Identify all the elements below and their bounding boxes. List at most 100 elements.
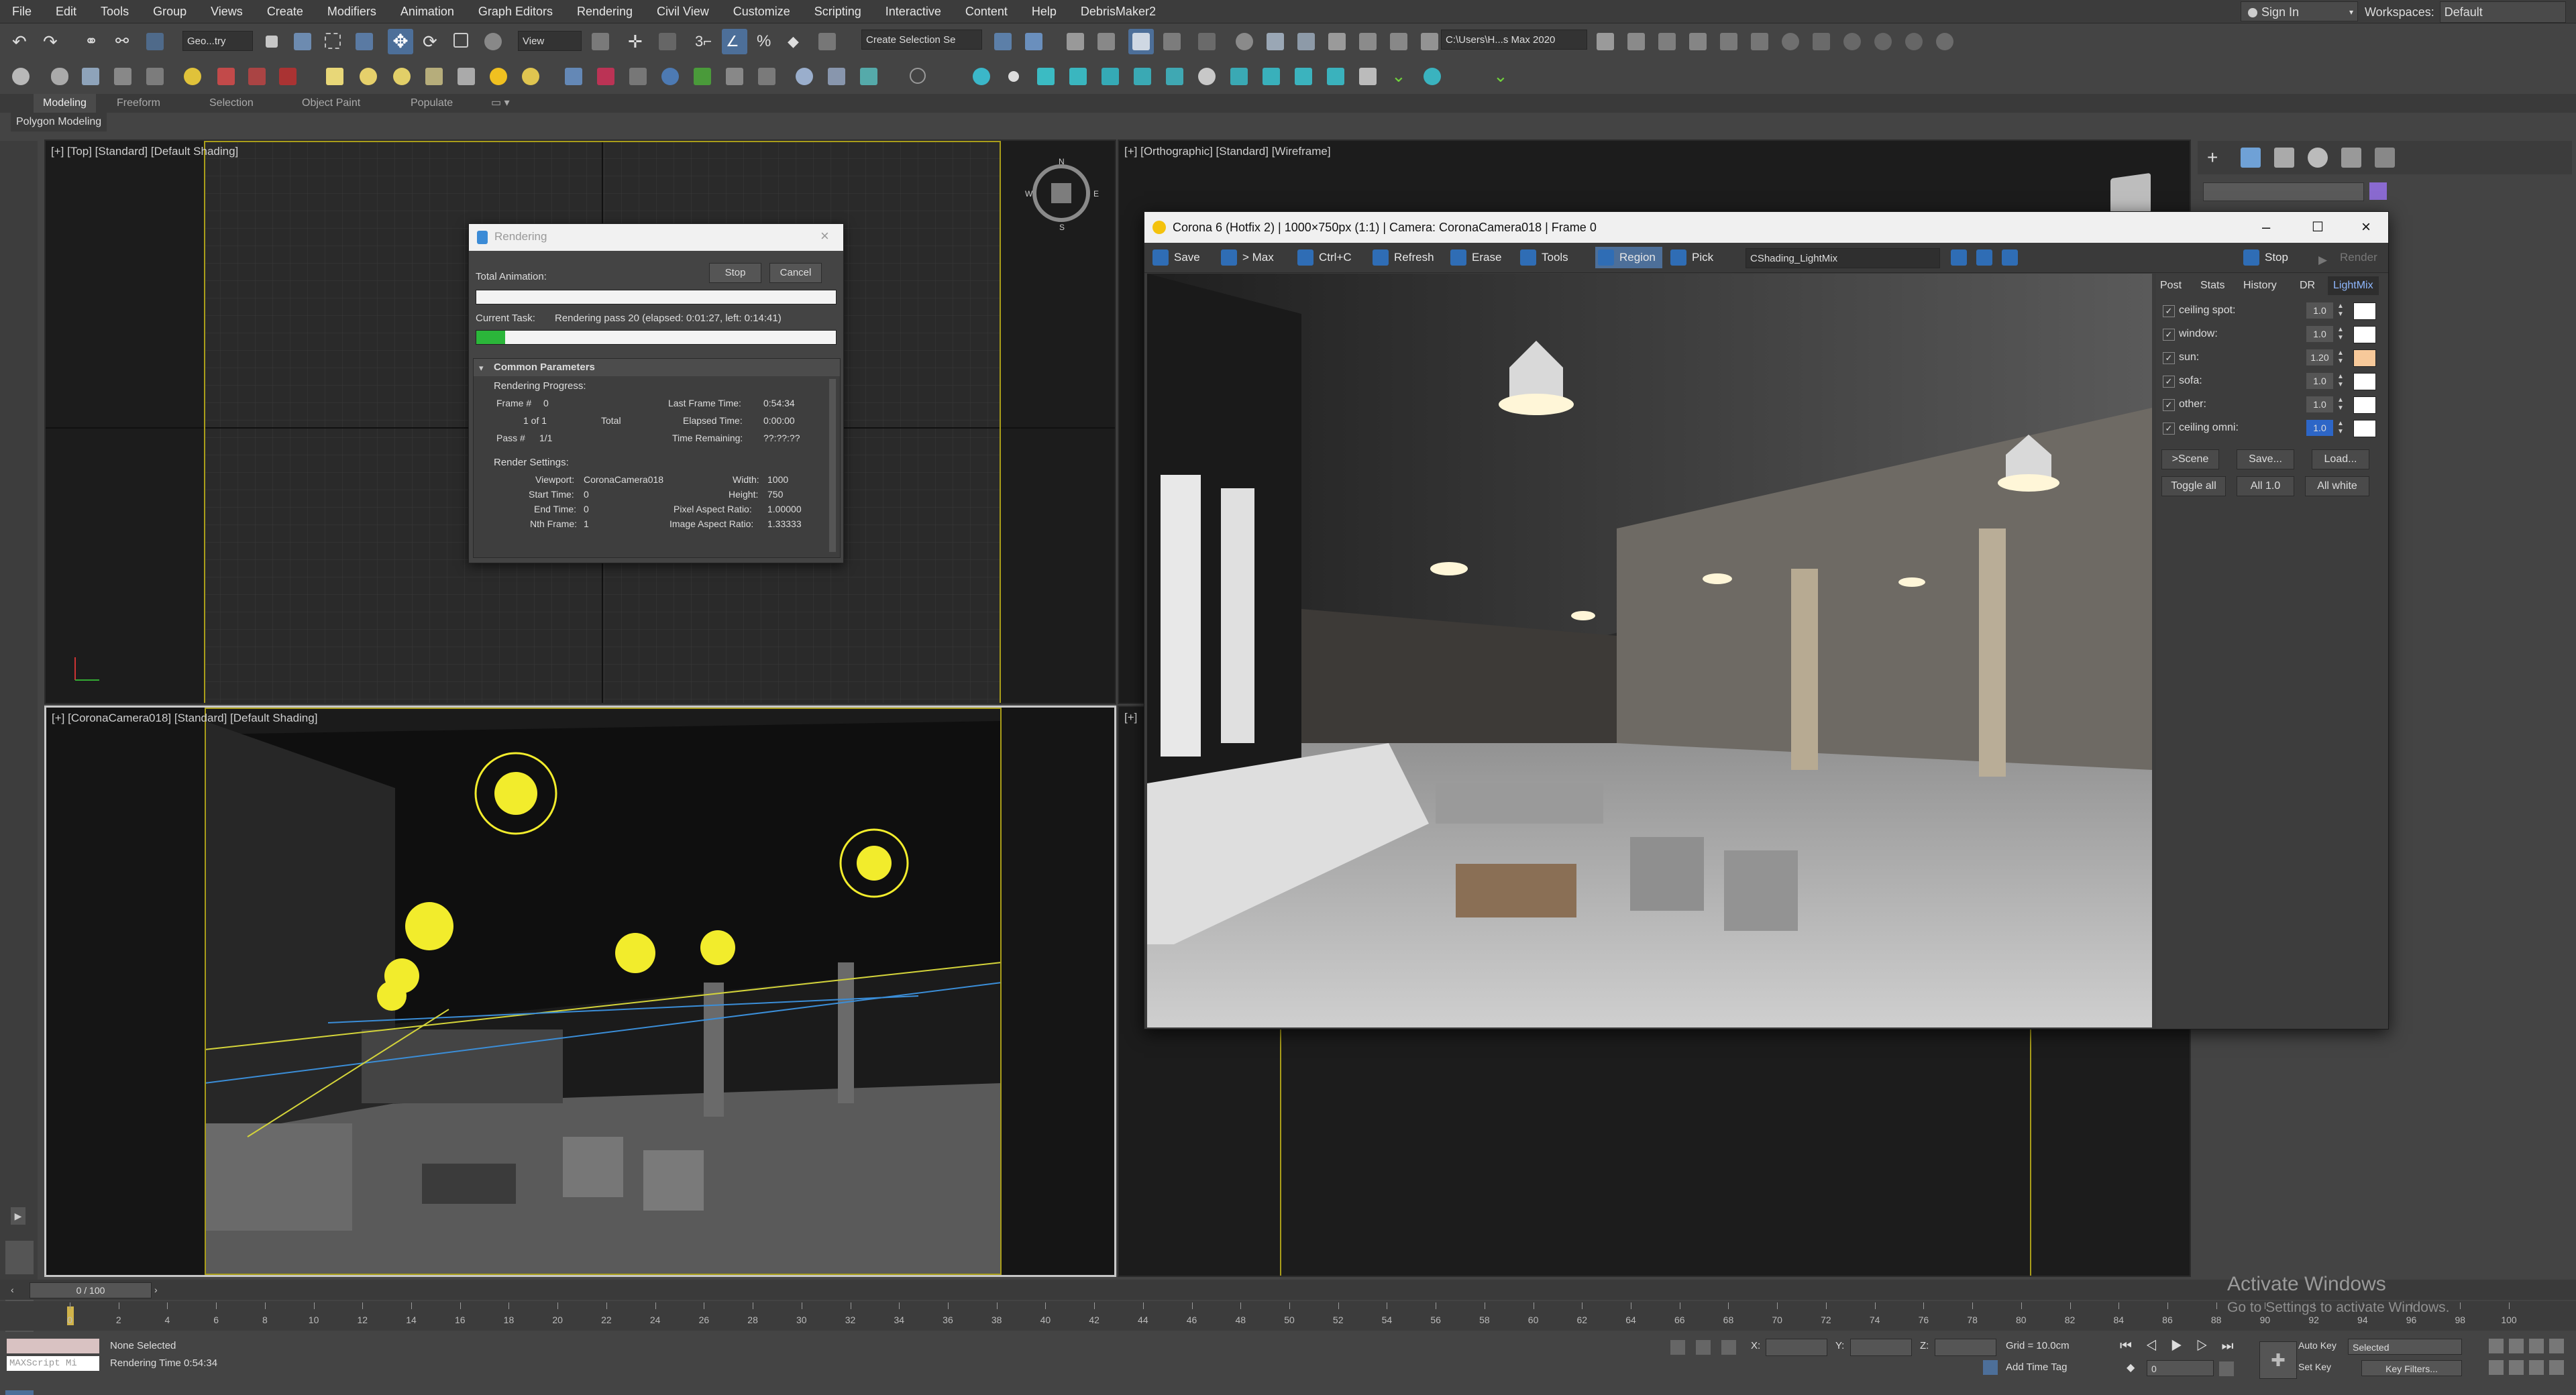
orbit-icon[interactable] (2529, 1360, 2544, 1375)
select-by-name-icon[interactable] (290, 29, 315, 54)
manipulate-icon[interactable]: ✛ (624, 29, 649, 54)
vfb-tab-post[interactable]: Post (2160, 276, 2182, 295)
lightmix-spinner-icon[interactable]: ▲ ▼ (2337, 396, 2344, 412)
display-tab-icon[interactable] (2341, 148, 2361, 168)
play-icon[interactable]: ▶ (2171, 1339, 2196, 1353)
corona-scatter-icon[interactable] (561, 64, 586, 89)
network-icon[interactable] (244, 64, 270, 89)
current-frame-field[interactable]: 0 (2147, 1360, 2214, 1376)
align-icon[interactable] (1021, 29, 1046, 54)
link-icon[interactable]: ⚭ (80, 29, 106, 54)
corona-decal-icon[interactable] (657, 64, 683, 89)
lightmix-spinner-icon[interactable]: ▲ ▼ (2337, 326, 2344, 342)
menu-help[interactable]: Help (1020, 0, 1069, 23)
cancel-button[interactable]: Cancel (769, 263, 822, 283)
render-cloud-icon[interactable] (1417, 29, 1442, 54)
vfb-copy-button[interactable]: Ctrl+C (1295, 247, 1352, 268)
utilities-tab-icon[interactable] (2375, 148, 2395, 168)
lightmix-color-swatch[interactable] (2353, 302, 2376, 320)
corona-tool-1-icon[interactable] (1623, 29, 1649, 54)
lightmix-intensity-field[interactable]: 1.0 (2306, 420, 2333, 436)
percent-snap-icon[interactable]: % (753, 29, 778, 54)
field-of-view-icon[interactable] (2489, 1360, 2504, 1375)
corona-tool-4-icon[interactable] (1716, 29, 1741, 54)
lightmix-color-swatch[interactable] (2353, 373, 2376, 390)
lightmix-all-white-button[interactable]: All white (2305, 476, 2369, 496)
corona-light-rect-icon[interactable] (322, 64, 347, 89)
zoom-icon[interactable] (2489, 1339, 2504, 1353)
object-library-icon[interactable] (275, 64, 301, 89)
maximize-viewport-icon[interactable] (2549, 1360, 2564, 1375)
menu-rendering[interactable]: Rendering (565, 0, 645, 23)
angle-snap-icon[interactable]: ∠ (722, 29, 747, 54)
box-icon[interactable] (1291, 64, 1316, 89)
schematic-view-icon[interactable] (1194, 29, 1220, 54)
window-crossing-icon[interactable] (352, 29, 377, 54)
tree-icon[interactable] (1162, 64, 1187, 89)
corona-tool-5-icon[interactable] (1747, 29, 1772, 54)
go-to-start-icon[interactable]: ⏮ (2120, 1339, 2145, 1353)
menu-scripting[interactable]: Scripting (802, 0, 873, 23)
reference-coord-combo[interactable]: View (518, 31, 582, 51)
scene-explorer-icon[interactable] (1063, 29, 1088, 54)
modify-tab-icon[interactable] (2241, 148, 2261, 168)
transform-mode-icon[interactable] (1721, 1340, 1736, 1355)
curve-editor-icon[interactable] (1159, 29, 1185, 54)
menu-file[interactable]: File (0, 0, 44, 23)
lightmix-checkbox[interactable]: ✓ (2163, 423, 2175, 435)
corona-sky-icon[interactable] (518, 64, 543, 89)
vfb-erase-button[interactable]: Erase (1448, 247, 1501, 268)
time-slider-thumb[interactable]: 0 / 100 (30, 1282, 152, 1298)
vfb-tools-button[interactable]: Tools (1517, 247, 1568, 268)
edit-named-selection-icon[interactable] (814, 29, 840, 54)
vfb-tab-lightmix[interactable]: LightMix (2328, 276, 2379, 295)
corona-light-cone-icon[interactable] (453, 64, 479, 89)
corona-tool-3-icon[interactable] (1685, 29, 1711, 54)
redo-icon[interactable]: ↷ (39, 29, 64, 54)
mirror-icon[interactable] (990, 29, 1016, 54)
key-filters-button[interactable]: Key Filters... (2361, 1360, 2462, 1376)
lightmix-color-swatch[interactable] (2353, 326, 2376, 343)
z-coordinate-field[interactable] (1935, 1339, 1996, 1356)
menu-debrismaker2[interactable]: DebrisMaker2 (1069, 0, 1168, 23)
select-move-icon[interactable]: ✥ (388, 29, 413, 54)
select-scale-icon[interactable] (449, 29, 475, 54)
x-coordinate-field[interactable] (1766, 1339, 1827, 1356)
select-object-icon[interactable] (259, 29, 284, 54)
spinner-snap-icon[interactable]: ◆ (784, 29, 809, 54)
layer-explorer-icon[interactable] (1093, 29, 1119, 54)
vfb-refresh-button[interactable]: Refresh (1370, 247, 1434, 268)
render-production-icon[interactable] (1324, 29, 1350, 54)
corona-light-cylinder-icon[interactable] (421, 64, 447, 89)
ribbon-toggle-icon[interactable] (1128, 29, 1154, 54)
rect-selection-icon[interactable] (321, 29, 346, 54)
next-frame-icon[interactable]: › (154, 1282, 169, 1297)
close-icon[interactable]: × (820, 227, 829, 245)
close-icon[interactable]: × (2361, 212, 2371, 243)
go-to-end-icon[interactable]: ⏭ (2222, 1339, 2247, 1353)
zoom-all-icon[interactable] (2509, 1339, 2524, 1353)
doc-icon[interactable] (1130, 64, 1155, 89)
vfb-to-max-button[interactable]: > Max (1218, 247, 1274, 268)
vfb-save-button[interactable]: Save (1150, 247, 1200, 268)
lightmix-checkbox[interactable]: ✓ (2163, 329, 2175, 341)
lightmix-load-button[interactable]: Load... (2312, 449, 2369, 469)
ribbon-tab-populate[interactable]: Populate (411, 94, 453, 113)
lightmix-checkbox[interactable]: ✓ (2163, 399, 2175, 411)
expand-arrow-icon[interactable]: ▶ (11, 1207, 25, 1225)
add-time-tag-label[interactable]: Add Time Tag (2006, 1361, 2067, 1373)
lightmix-spinner-icon[interactable]: ▲ ▼ (2337, 373, 2344, 389)
menu-animation[interactable]: Animation (388, 0, 466, 23)
bind-spacewarp-icon[interactable] (142, 29, 168, 54)
previous-frame-icon[interactable]: ◁ (2145, 1339, 2171, 1353)
ribbon-subtab-polygon-modeling[interactable]: Polygon Modeling (11, 113, 107, 131)
vfb-tab-stats[interactable]: Stats (2200, 276, 2224, 295)
snaps-toggle-icon[interactable]: 3⌐ (691, 29, 716, 54)
lightmix-checkbox[interactable]: ✓ (2163, 352, 2175, 364)
workspaces-combo[interactable]: Default (2439, 1, 2566, 23)
corona-tool-11-icon[interactable] (1932, 29, 1957, 54)
lightmix-save-button[interactable]: Save... (2237, 449, 2294, 469)
menu-graph-editors[interactable]: Graph Editors (466, 0, 565, 23)
vfb-stop-button[interactable]: Stop (2241, 247, 2288, 268)
viewport-ortho-label[interactable]: [+] [Orthographic] [Standard] [Wireframe… (1124, 145, 1331, 158)
